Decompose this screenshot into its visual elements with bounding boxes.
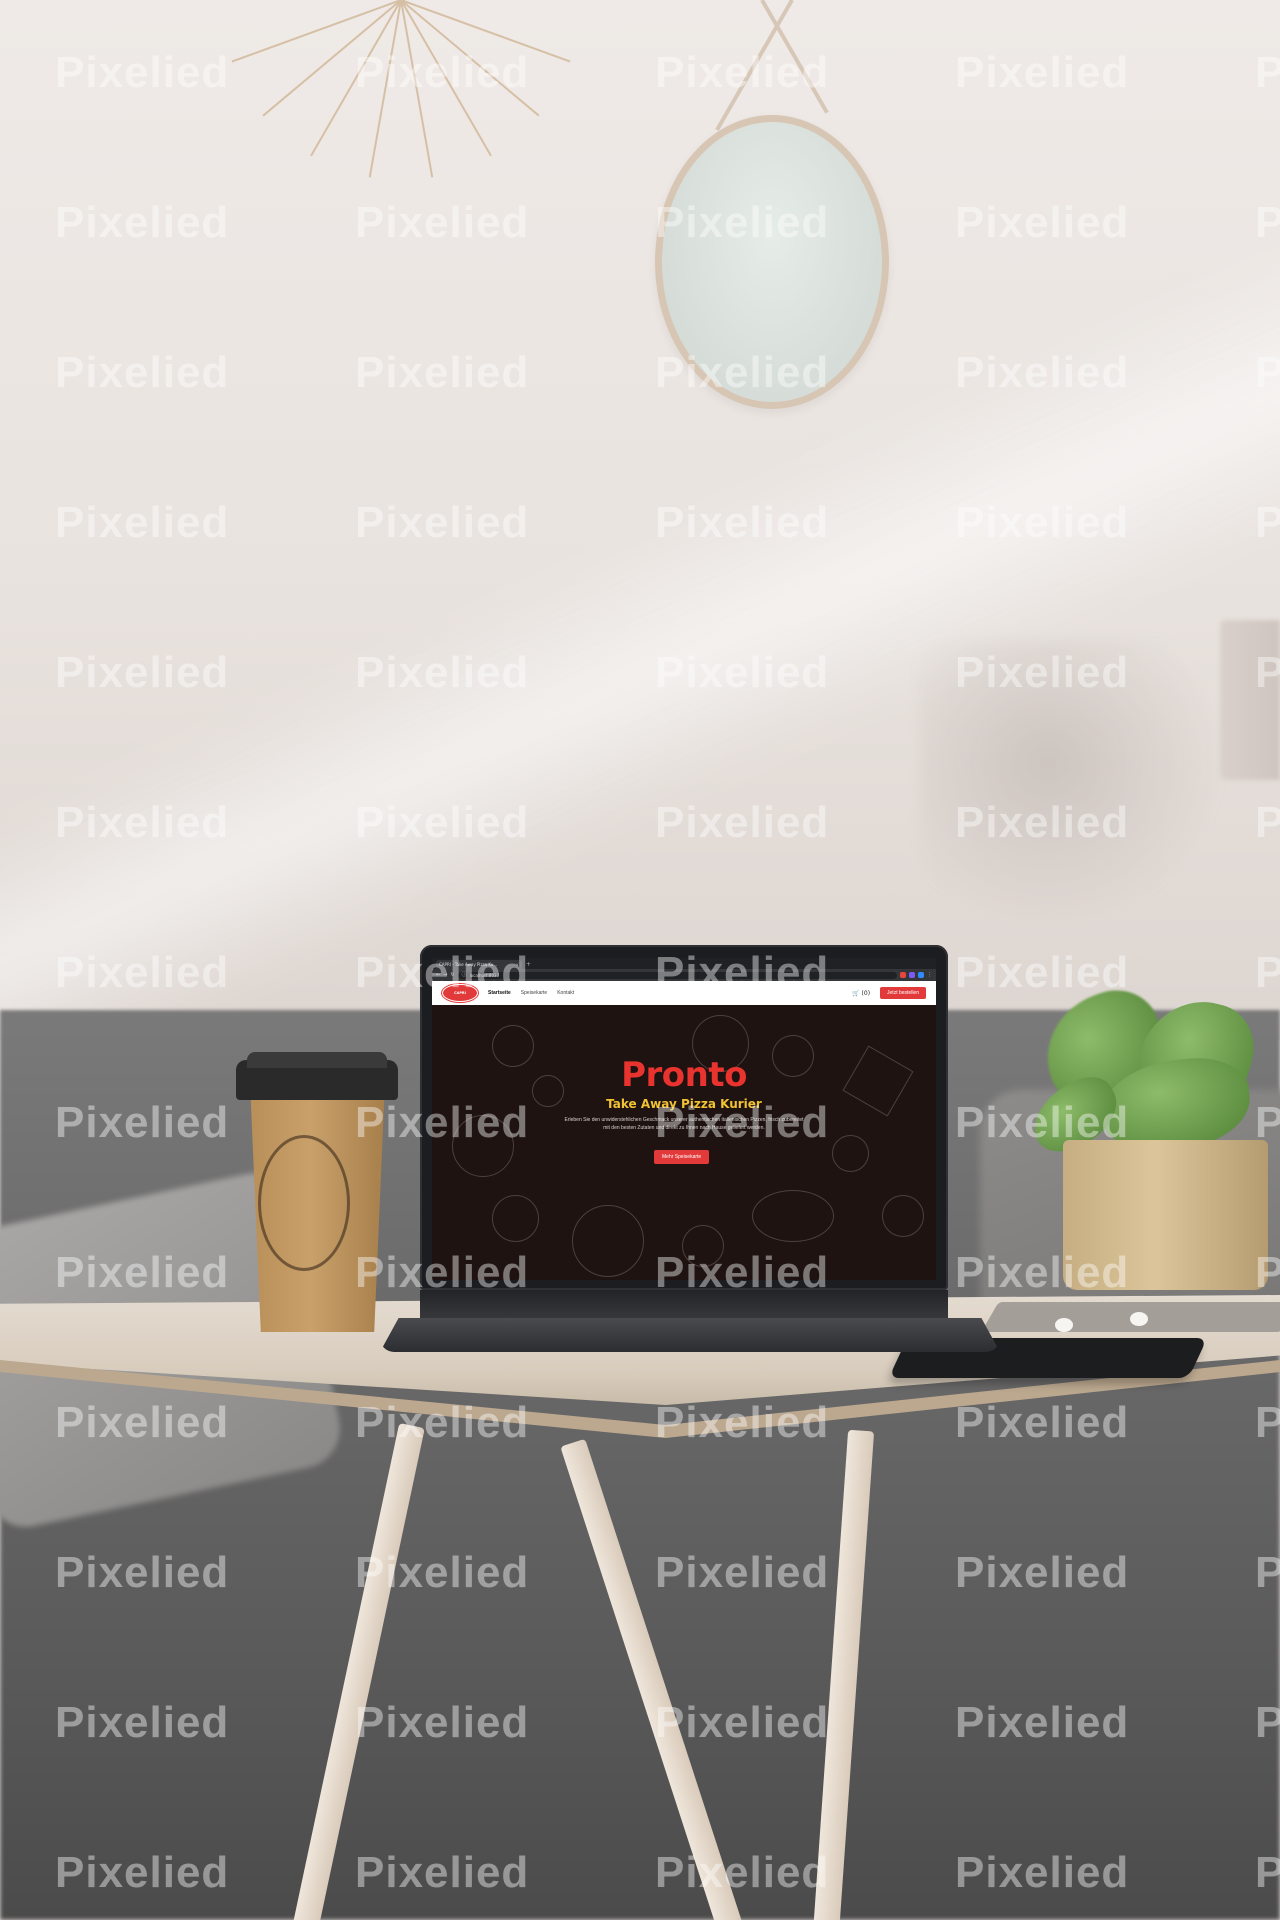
cart-icon: 🛒: [852, 989, 860, 997]
logo-text: CAPRI: [454, 991, 466, 995]
food-doodle: [752, 1190, 834, 1242]
hero-subtitle: Take Away Pizza Kurier: [606, 1097, 762, 1111]
close-icon[interactable]: ×: [516, 962, 519, 967]
food-doodle: [682, 1225, 724, 1267]
more-menu-button[interactable]: Mehr Speisekarte: [654, 1150, 710, 1164]
hero-section: Pronto Take Away Pizza Kurier Erleben Si…: [432, 1005, 936, 1280]
food-doodle: [492, 1195, 539, 1242]
nav-link-home[interactable]: Startseite: [488, 990, 511, 996]
extension-icon[interactable]: [909, 972, 915, 978]
info-icon: ⓘ: [461, 971, 467, 978]
starburst-decoration: [231, 0, 571, 180]
nav-link-contact[interactable]: Kontakt: [557, 990, 574, 996]
tab-title: CAPRI - Take Away Pizza Ku...: [439, 962, 498, 967]
extension-icon[interactable]: [900, 972, 906, 978]
food-doodle: [882, 1195, 924, 1237]
back-icon[interactable]: ←: [436, 972, 440, 978]
wall-sconce: [1220, 620, 1280, 780]
browser-tab[interactable]: CAPRI - Take Away Pizza Ku... ×: [436, 960, 522, 969]
url-text: localhost:8037: [469, 972, 500, 978]
new-tab-icon[interactable]: +: [526, 960, 531, 969]
photo-scene: CAPRI - Take Away Pizza Ku... × + ← → ↻ …: [0, 0, 1280, 1920]
browser-tab-strip: CAPRI - Take Away Pizza Ku... × +: [432, 958, 936, 969]
hero-description: Erleben Sie den unwiderstehlichen Geschm…: [564, 1117, 804, 1131]
order-now-button[interactable]: Jetzt bestellen: [880, 987, 926, 999]
cart-count: (0): [861, 989, 871, 997]
menu-icon[interactable]: ⋮: [927, 972, 932, 978]
hero-title: Pronto: [621, 1055, 747, 1095]
reload-icon[interactable]: ↻: [450, 972, 454, 978]
cup-logo: [258, 1135, 350, 1271]
nav-link-menu[interactable]: Speisekarte: [521, 990, 547, 996]
browser-toolbar: ← → ↻ ⓘ localhost:8037 ⋮: [432, 969, 936, 981]
site-header: CAPRI Startseite Speisekarte Kontakt 🛒 (…: [432, 981, 936, 1006]
food-doodle: [832, 1135, 869, 1172]
site-logo[interactable]: CAPRI: [442, 984, 478, 1002]
food-doodle: [572, 1205, 644, 1277]
food-doodle: [452, 1115, 514, 1177]
round-mirror: [655, 115, 889, 409]
cup-lid-top: [247, 1052, 387, 1068]
laptop-hinge: [420, 1290, 948, 1320]
plant-pot: [1063, 1140, 1268, 1290]
extension-icon[interactable]: [918, 972, 924, 978]
laptop-base: [380, 1318, 1000, 1352]
address-bar[interactable]: ⓘ localhost:8037: [457, 971, 897, 979]
plant-shadow: [920, 640, 1240, 940]
earbud: [1055, 1318, 1073, 1332]
laptop-screen: CAPRI - Take Away Pizza Ku... × + ← → ↻ …: [432, 958, 936, 1280]
forward-icon[interactable]: →: [443, 972, 447, 978]
earbud: [1130, 1312, 1148, 1326]
cart-button[interactable]: 🛒 (0): [852, 990, 870, 997]
